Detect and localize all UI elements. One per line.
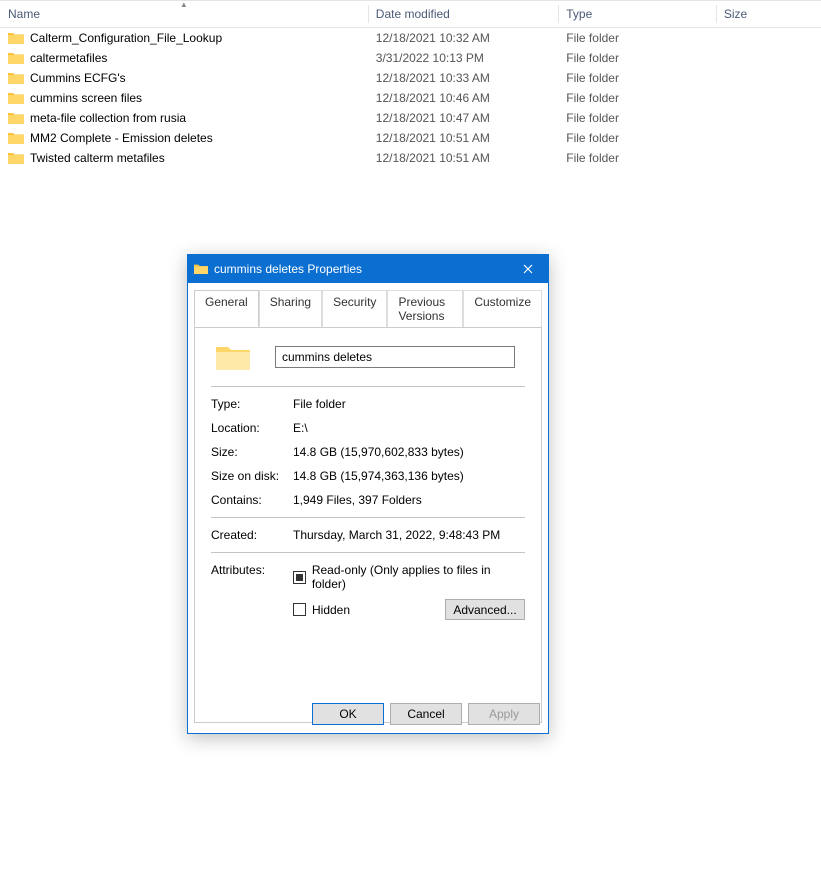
close-icon	[523, 264, 533, 274]
column-header-type[interactable]: Type	[558, 1, 716, 28]
file-type: File folder	[558, 28, 716, 49]
divider	[211, 386, 525, 387]
contains-value: 1,949 Files, 397 Folders	[293, 493, 525, 507]
file-name: cummins screen files	[30, 91, 142, 105]
file-type: File folder	[558, 148, 716, 168]
created-label: Created:	[211, 528, 293, 542]
folder-icon	[8, 131, 24, 144]
location-label: Location:	[211, 421, 293, 435]
file-size	[716, 28, 821, 49]
ok-button[interactable]: OK	[312, 703, 384, 725]
column-header-name[interactable]: Name▲	[0, 1, 368, 28]
file-type: File folder	[558, 128, 716, 148]
file-size	[716, 128, 821, 148]
tab-security[interactable]: Security	[322, 290, 387, 327]
file-name: caltermetafiles	[30, 51, 107, 65]
file-date: 12/18/2021 10:33 AM	[368, 68, 558, 88]
folder-icon	[8, 91, 24, 104]
file-type: File folder	[558, 68, 716, 88]
file-type: File folder	[558, 88, 716, 108]
sort-ascending-icon: ▲	[180, 0, 188, 9]
divider	[211, 552, 525, 553]
table-row[interactable]: Calterm_Configuration_File_Lookup 12/18/2…	[0, 28, 821, 49]
table-row[interactable]: Twisted calterm metafiles 12/18/2021 10:5…	[0, 148, 821, 168]
table-row[interactable]: MM2 Complete - Emission deletes 12/18/202…	[0, 128, 821, 148]
file-size	[716, 148, 821, 168]
size-label: Size:	[211, 445, 293, 459]
type-label: Type:	[211, 397, 293, 411]
column-header-size[interactable]: Size	[716, 1, 821, 28]
table-row[interactable]: caltermetafiles 3/31/2022 10:13 PMFile fo…	[0, 48, 821, 68]
sizeondisk-label: Size on disk:	[211, 469, 293, 483]
file-name: Calterm_Configuration_File_Lookup	[30, 31, 222, 45]
file-name: Twisted calterm metafiles	[30, 151, 165, 165]
file-date: 3/31/2022 10:13 PM	[368, 48, 558, 68]
apply-button[interactable]: Apply	[468, 703, 540, 725]
properties-dialog: cummins deletes Properties General Shari…	[187, 254, 549, 734]
table-row[interactable]: meta-file collection from rusia 12/18/202…	[0, 108, 821, 128]
attributes-label: Attributes:	[211, 563, 293, 577]
sizeondisk-value: 14.8 GB (15,974,363,136 bytes)	[293, 469, 525, 483]
folder-icon	[8, 71, 24, 84]
file-name: meta-file collection from rusia	[30, 111, 186, 125]
hidden-label: Hidden	[312, 603, 350, 617]
file-date: 12/18/2021 10:51 AM	[368, 148, 558, 168]
tab-sharing[interactable]: Sharing	[259, 290, 322, 327]
folder-icon	[194, 263, 208, 275]
close-button[interactable]	[508, 255, 548, 283]
created-value: Thursday, March 31, 2022, 9:48:43 PM	[293, 528, 525, 542]
folder-icon	[8, 111, 24, 124]
file-date: 12/18/2021 10:32 AM	[368, 28, 558, 49]
folder-icon	[8, 151, 24, 164]
dialog-titlebar[interactable]: cummins deletes Properties	[188, 255, 548, 283]
folder-icon	[8, 51, 24, 64]
file-size	[716, 68, 821, 88]
file-name: MM2 Complete - Emission deletes	[30, 131, 213, 145]
tab-previous-versions[interactable]: Previous Versions	[387, 290, 463, 327]
dialog-button-bar: OK Cancel Apply	[312, 703, 540, 725]
advanced-button[interactable]: Advanced...	[445, 599, 525, 620]
column-header-row: Name▲ Date modified Type Size	[0, 1, 821, 28]
file-list-table: Name▲ Date modified Type Size Calterm_Co…	[0, 0, 821, 168]
divider	[211, 517, 525, 518]
folder-icon	[8, 31, 24, 44]
file-date: 12/18/2021 10:51 AM	[368, 128, 558, 148]
file-size	[716, 108, 821, 128]
type-value: File folder	[293, 397, 525, 411]
dialog-title: cummins deletes Properties	[214, 262, 508, 276]
table-row[interactable]: Cummins ECFG's 12/18/2021 10:33 AMFile fo…	[0, 68, 821, 88]
hidden-checkbox[interactable]	[293, 603, 306, 616]
readonly-label: Read-only (Only applies to files in fold…	[312, 563, 525, 591]
location-value: E:\	[293, 421, 525, 435]
contains-label: Contains:	[211, 493, 293, 507]
size-value: 14.8 GB (15,970,602,833 bytes)	[293, 445, 525, 459]
file-type: File folder	[558, 108, 716, 128]
file-type: File folder	[558, 48, 716, 68]
table-row[interactable]: cummins screen files 12/18/2021 10:46 AMF…	[0, 88, 821, 108]
folder-name-input[interactable]	[275, 346, 515, 368]
tab-customize[interactable]: Customize	[463, 290, 542, 327]
tab-strip: General Sharing Security Previous Versio…	[188, 283, 548, 327]
tab-general[interactable]: General	[194, 290, 259, 327]
tab-content: Type:File folder Location:E:\ Size:14.8 …	[194, 327, 542, 723]
file-date: 12/18/2021 10:47 AM	[368, 108, 558, 128]
column-header-date[interactable]: Date modified	[368, 1, 558, 28]
file-name: Cummins ECFG's	[30, 71, 126, 85]
folder-icon	[215, 342, 251, 372]
file-size	[716, 88, 821, 108]
file-size	[716, 48, 821, 68]
cancel-button[interactable]: Cancel	[390, 703, 462, 725]
file-date: 12/18/2021 10:46 AM	[368, 88, 558, 108]
readonly-checkbox[interactable]	[293, 571, 306, 584]
